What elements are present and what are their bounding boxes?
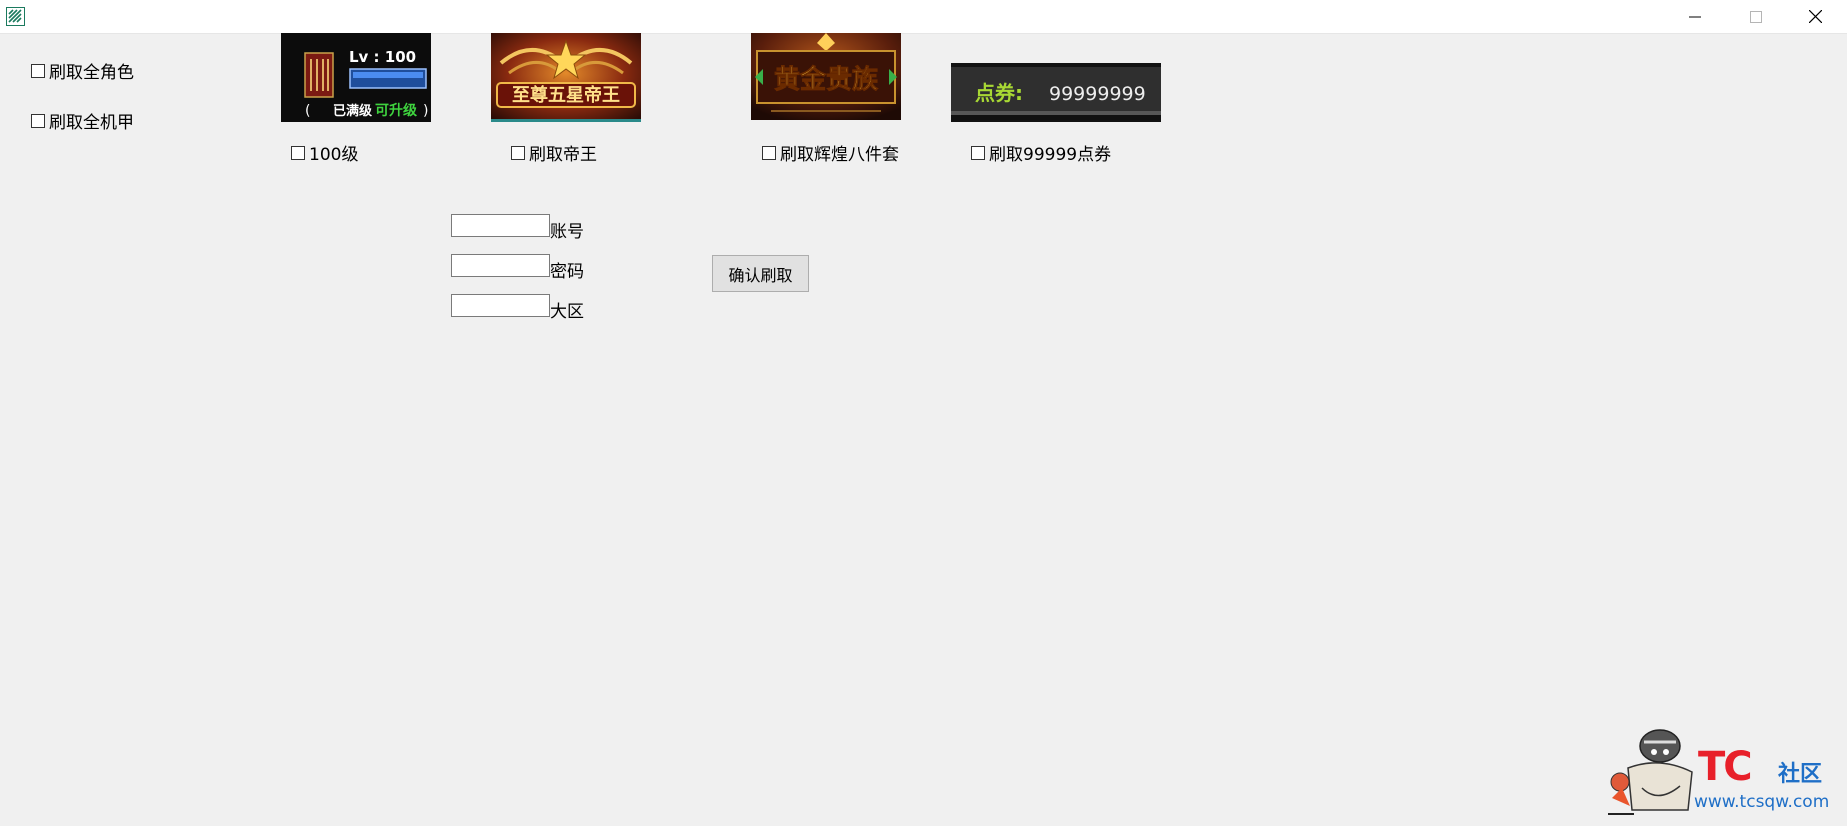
checkbox-box[interactable] xyxy=(971,145,985,160)
checkbox-level-100[interactable]: 100级 xyxy=(291,140,358,165)
watermark-logo: TC xyxy=(1698,744,1753,790)
gold-noble-text: 黄金贵族 xyxy=(774,64,879,95)
region-input[interactable] xyxy=(451,294,550,317)
minimize-icon xyxy=(1689,16,1701,17)
checkbox-emperor[interactable]: 刷取帝王 xyxy=(511,140,597,165)
coupon-banner-image: 点券: 99999999 xyxy=(951,63,1161,122)
level-upgradable-text: 可升级 xyxy=(375,102,418,119)
svg-text:): ) xyxy=(423,103,428,119)
coupon-value: 99999999 xyxy=(1049,83,1146,105)
confirm-button[interactable]: 确认刷取 xyxy=(712,255,809,292)
watermark-suffix: 社区 xyxy=(1778,762,1823,787)
checkbox-label: 刷取辉煌八件套 xyxy=(780,145,899,165)
checkbox-all-characters[interactable]: 刷取全角色 xyxy=(31,58,134,83)
checkbox-label: 刷取全角色 xyxy=(49,63,134,83)
password-input[interactable] xyxy=(451,254,550,277)
watermark-url: www.tcsqw.com xyxy=(1694,792,1830,812)
checkbox-label: 刷取全机甲 xyxy=(49,113,134,133)
close-icon xyxy=(1808,10,1822,23)
minimize-button[interactable] xyxy=(1667,0,1723,33)
close-button[interactable] xyxy=(1787,0,1843,33)
checkbox-all-mechs[interactable]: 刷取全机甲 xyxy=(31,108,134,133)
emperor-text: 至尊五星帝王 xyxy=(512,84,620,106)
emperor-banner-image: 至尊五星帝王 xyxy=(491,33,641,122)
checkbox-box[interactable] xyxy=(511,145,525,160)
svg-text:(: ( xyxy=(305,103,310,119)
level-maxed-text: 已满级 xyxy=(333,103,373,119)
level-text: Lv : 100 xyxy=(349,48,416,66)
password-label: 密码 xyxy=(550,262,584,282)
app-icon xyxy=(6,7,25,26)
checkbox-box[interactable] xyxy=(31,113,45,128)
region-label: 大区 xyxy=(550,302,584,322)
checkbox-box[interactable] xyxy=(291,145,305,160)
checkbox-box[interactable] xyxy=(31,63,45,78)
account-input[interactable] xyxy=(451,214,550,237)
checkbox-coupons[interactable]: 刷取99999点券 xyxy=(971,140,1111,165)
checkbox-label: 100级 xyxy=(309,145,359,165)
level-banner-image: Lv : 100 ( 已满级 可升级 ) xyxy=(281,33,431,122)
checkbox-box[interactable] xyxy=(762,145,776,160)
checkbox-brilliant-eight-set[interactable]: 刷取辉煌八件套 xyxy=(762,140,899,165)
gold-noble-banner-image: 黄金贵族 xyxy=(751,33,901,120)
coupon-label: 点券: xyxy=(975,81,1023,105)
maximize-button[interactable] xyxy=(1728,0,1784,33)
maximize-icon xyxy=(1750,10,1762,23)
account-label: 账号 xyxy=(550,222,584,242)
checkbox-label: 刷取帝王 xyxy=(529,145,597,165)
checkbox-label: 刷取99999点券 xyxy=(989,145,1112,165)
watermark: TC 社区 www.tcsqw.com xyxy=(1598,728,1833,818)
title-bar xyxy=(0,0,1847,34)
